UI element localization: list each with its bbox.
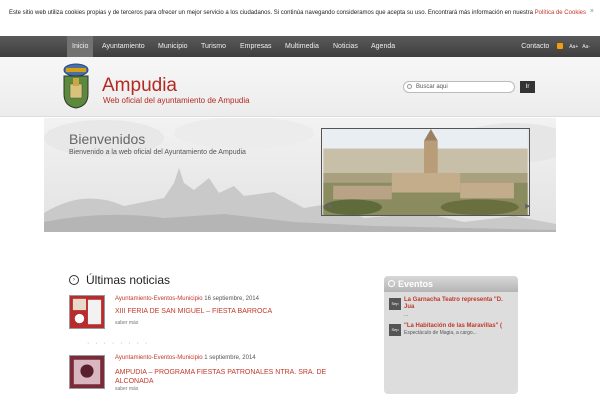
search-placeholder: Buscar aqui	[416, 84, 448, 90]
news-title[interactable]: XIII FERIA DE SAN MIGUEL – FIESTA BARROC…	[115, 307, 335, 316]
hero-title: Bienvenidos	[69, 131, 146, 147]
hero-photo-ampudia[interactable]	[321, 128, 530, 216]
news-category[interactable]: Ayuntamiento-Eventos-Municipio	[115, 355, 203, 361]
nav-item-turismo[interactable]: Turismo	[196, 36, 231, 57]
site-subtitle: Web oficial del ayuntamiento de Ampudia	[103, 96, 250, 105]
close-icon[interactable]: ×	[590, 8, 594, 16]
news-date: 16 septiembre, 2014	[204, 296, 259, 302]
calendar-icon: Sep	[389, 324, 401, 336]
news-category[interactable]: Ayuntamiento-Eventos-Municipio	[115, 296, 203, 302]
news-separator: · · · · · · · ·	[87, 340, 150, 347]
nav-item-multimedia[interactable]: Multimedia	[280, 36, 324, 57]
news-thumbnail[interactable]	[69, 295, 105, 329]
event-snippet: ...	[404, 312, 409, 318]
search-button[interactable]: Ir	[520, 81, 535, 93]
nav-tools: Contacto Aa+ Aa-	[521, 36, 590, 57]
nav-item-empresas[interactable]: Empresas	[235, 36, 277, 57]
nav-item-municipio[interactable]: Municipio	[153, 36, 193, 57]
event-title[interactable]: La Garnacha Teatro representa "D. Jua	[404, 297, 512, 311]
main-nav: Inicio Ayuntamiento Municipio Turismo Em…	[0, 36, 600, 57]
nav-item-noticias[interactable]: Noticias	[328, 36, 363, 57]
site-title[interactable]: Ampudia	[102, 75, 177, 97]
hero-subtitle: Bienvenido a la web oficial del Ayuntami…	[69, 149, 246, 156]
read-more-link[interactable]: saber más	[115, 320, 138, 326]
slider-next-icon[interactable]: ▶	[525, 202, 530, 210]
news-title[interactable]: AMPUDIA – PROGRAMA FIESTAS PATRONALES NT…	[115, 368, 340, 386]
cookie-banner: Este sitio web utiliza cookies propias y…	[0, 0, 600, 36]
news-thumbnail[interactable]	[69, 355, 105, 389]
search-input[interactable]: Buscar aqui	[403, 81, 515, 93]
events-header: Eventos	[384, 276, 518, 292]
rss-icon[interactable]	[557, 43, 564, 50]
font-smaller-button[interactable]: Aa-	[582, 44, 590, 50]
event-snippet: Espectáculo de Magia, a cargo...	[404, 330, 477, 336]
nav-item-agenda[interactable]: Agenda	[366, 36, 400, 57]
latest-news-title: Últimas noticias	[86, 273, 171, 287]
events-icon	[388, 280, 395, 287]
event-item[interactable]: Sep "La Habitación de las Maravillas" ( …	[389, 322, 513, 344]
event-title[interactable]: "La Habitación de las Maravillas" (	[404, 323, 512, 330]
search-icon	[407, 84, 412, 89]
read-more-link[interactable]: saber más	[115, 386, 138, 392]
coat-of-arms-logo[interactable]	[60, 62, 92, 110]
calendar-icon: Sep	[389, 298, 401, 310]
font-larger-button[interactable]: Aa+	[569, 44, 578, 50]
news-meta: Ayuntamiento-Eventos-Municipio 16 septie…	[115, 296, 259, 302]
news-date: 1 septiembre, 2014	[204, 355, 256, 361]
nav-item-inicio[interactable]: Inicio	[67, 36, 94, 57]
event-item[interactable]: Sep La Garnacha Teatro representa "D. Ju…	[389, 296, 513, 318]
cookie-text: Este sitio web utiliza cookies propias y…	[9, 10, 535, 16]
slider-prev-icon[interactable]: ◀	[326, 202, 331, 210]
news-meta: Ayuntamiento-Eventos-Municipio 1 septiem…	[115, 355, 256, 361]
nav-item-ayuntamiento[interactable]: Ayuntamiento	[97, 36, 150, 57]
cookie-policy-link[interactable]: Política de Cookies	[535, 10, 586, 16]
events-title: Eventos	[398, 279, 434, 289]
contact-link[interactable]: Contacto	[521, 43, 549, 50]
arrow-circle-icon: ›	[69, 275, 79, 285]
